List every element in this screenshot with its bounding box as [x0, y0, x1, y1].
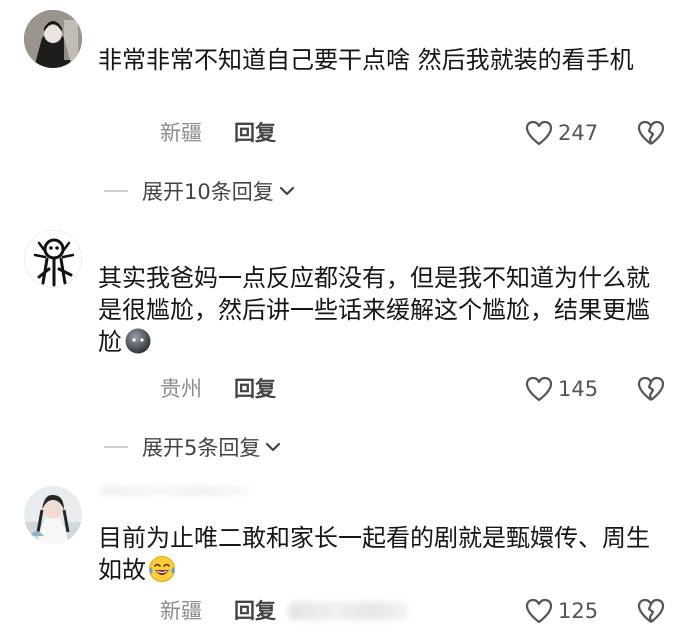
avatar-image	[25, 231, 81, 287]
reply-button[interactable]: 回复	[234, 118, 276, 148]
avatar[interactable]	[24, 10, 82, 68]
comment-text-content: 其实我爸妈一点反应都没有，但是我不知道为什么就是很尴尬，然后讲一些话来缓解这个尴…	[98, 264, 650, 356]
comment-1: 非常非常不知道自己要干点啥 然后我就装的看手机 新疆 回复 247 展开10条回…	[0, 0, 690, 210]
comment-location: 贵州	[160, 377, 202, 401]
comment-text: 目前为止唯二敢和家长一起看的剧就是甄嬛传、周生如故	[98, 522, 658, 586]
chevron-down-icon	[279, 186, 294, 196]
comment-text: 其实我爸妈一点反应都没有，但是我不知道为什么就是很尴尬，然后讲一些话来缓解这个尴…	[98, 262, 658, 358]
like-count: 247	[558, 121, 599, 145]
expand-replies-button[interactable]: 展开10条回复	[104, 176, 296, 206]
broken-heart-icon[interactable]	[636, 596, 666, 626]
heart-outline-icon	[525, 120, 553, 146]
like-button[interactable]: 125	[524, 594, 598, 628]
reply-button[interactable]: 回复	[234, 374, 276, 404]
laughing-tears-emoji-icon	[149, 556, 175, 582]
expand-replies-label: 展开5条回复	[142, 436, 261, 460]
dark-face-emoji-icon	[125, 328, 151, 354]
blurred-content	[288, 602, 408, 620]
comment-text: 非常非常不知道自己要干点啥 然后我就装的看手机	[98, 46, 634, 74]
broken-heart-icon[interactable]	[636, 374, 666, 404]
divider-line	[104, 190, 128, 192]
avatar-image	[24, 10, 82, 68]
broken-heart-icon[interactable]	[636, 118, 666, 148]
avatar-image	[24, 486, 82, 544]
avatar[interactable]	[24, 230, 82, 288]
comment-location: 新疆	[160, 599, 202, 623]
expand-replies-label: 展开10条回复	[142, 180, 274, 204]
like-button[interactable]: 145	[524, 372, 598, 406]
comment-text-content: 目前为止唯二敢和家长一起看的剧就是甄嬛传、周生如故	[98, 524, 650, 584]
avatar[interactable]	[24, 486, 82, 544]
like-count: 125	[558, 599, 599, 623]
reply-button[interactable]: 回复	[234, 596, 276, 626]
chevron-down-icon	[266, 442, 281, 452]
heart-outline-icon	[525, 598, 553, 624]
blurred-username	[100, 486, 250, 496]
comment-location: 新疆	[160, 121, 202, 145]
like-button[interactable]: 247	[524, 116, 598, 150]
heart-outline-icon	[525, 376, 553, 402]
expand-replies-button[interactable]: 展开5条回复	[104, 432, 282, 462]
divider-line	[104, 446, 128, 448]
like-count: 145	[558, 377, 599, 401]
